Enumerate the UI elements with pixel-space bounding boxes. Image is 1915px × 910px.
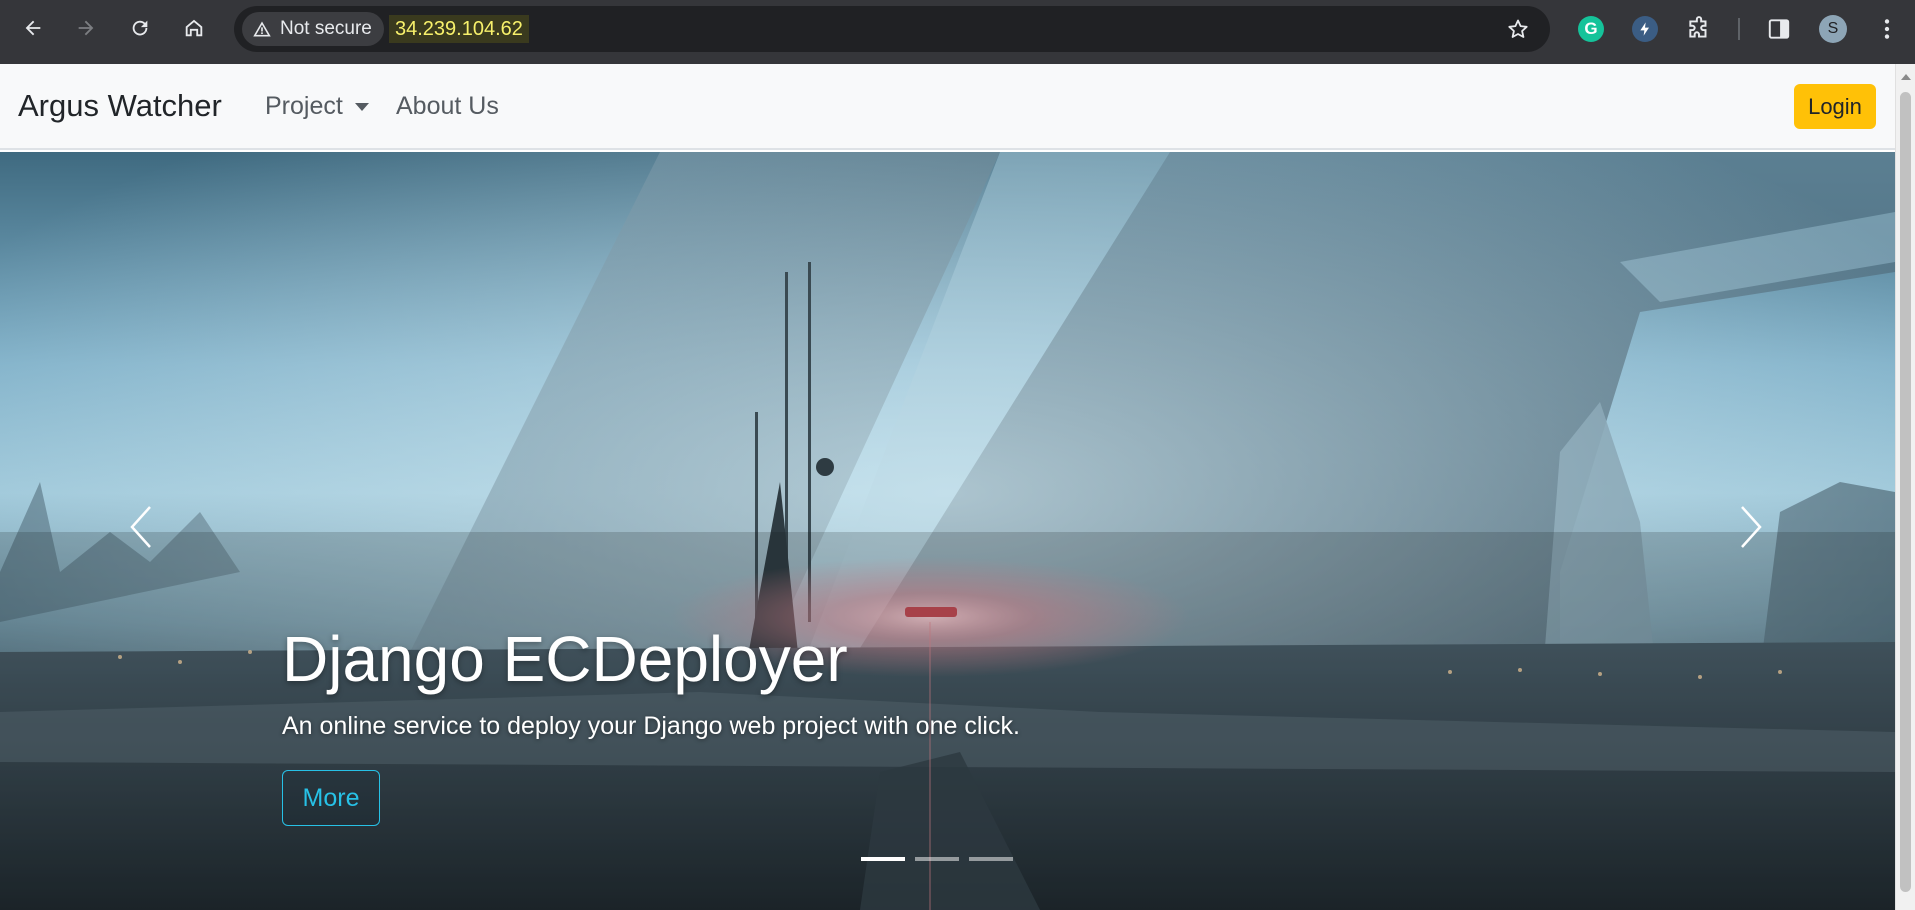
reload-button[interactable] xyxy=(124,12,156,44)
scroll-up-arrow-icon[interactable] xyxy=(1901,74,1911,80)
chevron-right-icon xyxy=(1741,506,1762,548)
home-button[interactable] xyxy=(178,12,210,44)
arrow-right-icon xyxy=(78,20,94,36)
carousel-indicators xyxy=(861,857,1013,861)
site-navbar: Argus Watcher Project About Us Login xyxy=(0,64,1895,150)
nav-project-label: Project xyxy=(265,92,343,120)
lightning-icon xyxy=(1632,16,1658,42)
puzzle-icon xyxy=(1689,16,1707,38)
bookmark-star-icon[interactable] xyxy=(1506,17,1530,41)
warning-icon xyxy=(253,21,271,37)
hero-carousel: Django ECDeployer An online service to d… xyxy=(0,152,1895,910)
home-icon xyxy=(185,19,203,37)
nav-project-dropdown[interactable]: Project xyxy=(265,92,369,121)
grammarly-icon: G xyxy=(1578,16,1604,42)
caret-down-icon xyxy=(354,102,369,111)
browser-menu-button[interactable] xyxy=(1872,14,1902,44)
brand-link[interactable]: Argus Watcher xyxy=(18,88,222,124)
carousel-caption-title: Django ECDeployer xyxy=(282,623,848,695)
carousel-indicator-2[interactable] xyxy=(915,857,959,861)
toolbar-divider xyxy=(1738,18,1740,40)
forward-button[interactable] xyxy=(70,12,102,44)
nav-about-label: About Us xyxy=(396,92,499,120)
url-text[interactable]: 34.239.104.62 xyxy=(389,15,529,43)
reload-icon xyxy=(132,20,148,36)
carousel-indicator-3[interactable] xyxy=(969,857,1013,861)
address-bar[interactable]: Not secure 34.239.104.62 xyxy=(234,6,1550,52)
side-panel-button[interactable] xyxy=(1764,14,1794,44)
browser-toolbar: Not secure 34.239.104.62 G S xyxy=(0,0,1915,64)
scroll-thumb[interactable] xyxy=(1900,92,1911,892)
carousel-indicator-1[interactable] xyxy=(861,857,905,861)
bolt-extension[interactable] xyxy=(1630,14,1660,44)
side-panel-icon xyxy=(1768,19,1790,39)
back-button[interactable] xyxy=(17,12,49,44)
security-indicator[interactable]: Not secure xyxy=(242,12,384,46)
login-button[interactable]: Login xyxy=(1794,84,1876,129)
arrow-left-icon xyxy=(25,20,41,36)
nav-about-us[interactable]: About Us xyxy=(396,92,499,121)
grammarly-extension[interactable]: G xyxy=(1576,14,1606,44)
profile-button[interactable]: S xyxy=(1818,14,1848,44)
avatar: S xyxy=(1819,15,1847,43)
carousel-prev-button[interactable] xyxy=(116,497,166,557)
carousel-next-button[interactable] xyxy=(1726,497,1776,557)
page-scrollbar[interactable] xyxy=(1895,64,1915,910)
security-label: Not secure xyxy=(280,18,372,39)
extensions-button[interactable] xyxy=(1684,14,1714,44)
kebab-menu-icon xyxy=(1884,19,1890,39)
chevron-left-icon xyxy=(130,506,151,548)
carousel-caption-text: An online service to deploy your Django … xyxy=(282,712,1020,740)
more-button[interactable]: More xyxy=(282,770,380,826)
